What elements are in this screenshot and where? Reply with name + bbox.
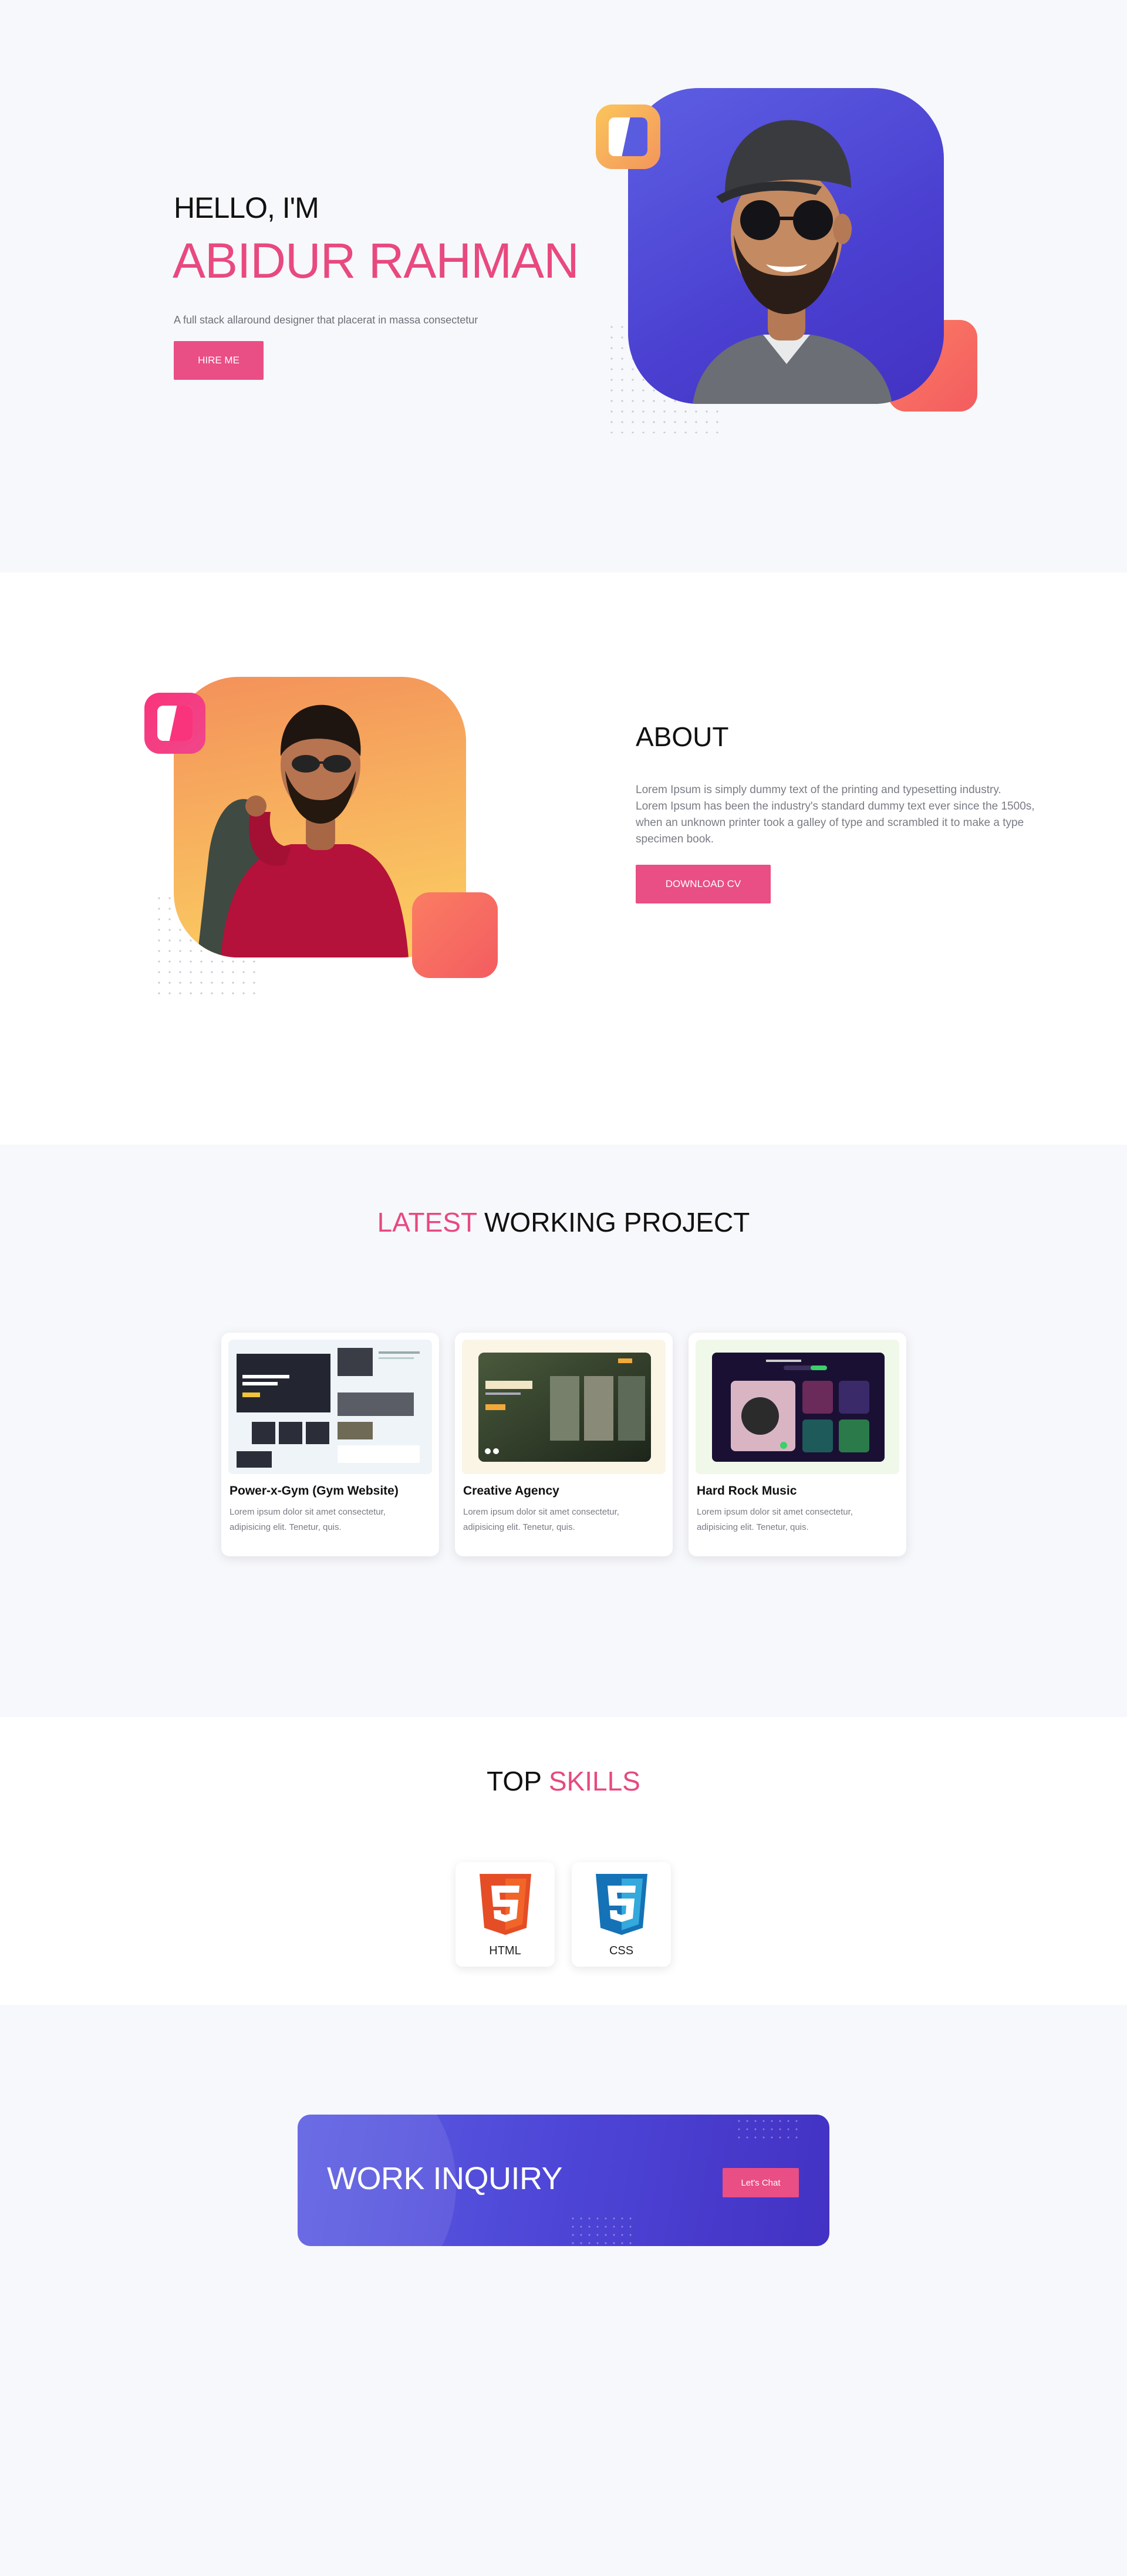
hero-description: A full stack allaround designer that pla…: [174, 314, 478, 326]
inquiry-title: WORK INQUIRY: [327, 2161, 563, 2196]
project-card[interactable]: Power-x-Gym (Gym Website) Lorem ipsum do…: [221, 1333, 439, 1556]
skills-section: TOP SKILLS HTML CSS: [0, 1717, 1127, 2005]
download-cv-button[interactable]: DOWNLOAD CV: [636, 865, 771, 903]
html5-icon: [480, 1874, 531, 1935]
skill-card-html: HTML: [455, 1862, 555, 1967]
project-title: Power-x-Gym (Gym Website): [230, 1484, 399, 1498]
about-section: ABOUT Lorem Ipsum is simply dummy text o…: [0, 572, 1127, 1145]
dot-pattern: [569, 2214, 633, 2246]
project-thumbnail[interactable]: [228, 1340, 432, 1474]
skill-label: HTML: [489, 1944, 521, 1957]
decorative-square: [412, 892, 498, 978]
hire-me-button[interactable]: HIRE ME: [174, 341, 264, 380]
dot-pattern: [735, 2117, 799, 2140]
about-text: Lorem Ipsum is simply dummy text of the …: [636, 784, 1035, 845]
project-description: Lorem ipsum dolor sit amet consectetur, …: [463, 1507, 619, 1532]
skill-card-css: CSS: [572, 1862, 671, 1967]
about-title: ABOUT: [636, 721, 729, 752]
hero-portrait: [628, 88, 944, 404]
skills-title: TOP SKILLS: [0, 1765, 1127, 1797]
projects-section: LATEST WORKING PROJECT Power-x-Gym (Gym …: [0, 1145, 1127, 1717]
project-thumbnail[interactable]: [696, 1340, 899, 1474]
project-title: Hard Rock Music: [697, 1484, 797, 1498]
skills-title-plain: TOP: [487, 1766, 549, 1796]
css3-icon: [596, 1874, 647, 1935]
inquiry-section: WORK INQUIRY Let's Chat: [0, 2005, 1127, 2576]
projects-title-rest: WORKING PROJECT: [477, 1207, 750, 1238]
hero-name: ABIDUR RAHMAN: [173, 233, 579, 288]
person-illustration: [693, 120, 892, 404]
project-card[interactable]: Hard Rock Music Lorem ipsum dolor sit am…: [689, 1333, 906, 1556]
lets-chat-button[interactable]: Let's Chat: [723, 2168, 799, 2197]
hero-section: HELLO, I'M ABIDUR RAHMAN A full stack al…: [0, 0, 1127, 572]
project-card[interactable]: Creative Agency Lorem ipsum dolor sit am…: [455, 1333, 673, 1556]
project-description: Lorem ipsum dolor sit amet consectetur, …: [230, 1507, 386, 1532]
project-title: Creative Agency: [463, 1484, 559, 1498]
inquiry-banner: WORK INQUIRY Let's Chat: [298, 2115, 829, 2246]
skill-label: CSS: [609, 1944, 634, 1957]
hero-greeting: HELLO, I'M: [174, 191, 319, 224]
decorative-square: [144, 693, 205, 754]
project-thumbnail[interactable]: [462, 1340, 666, 1474]
project-description: Lorem ipsum dolor sit amet consectetur, …: [697, 1507, 853, 1532]
decorative-square: [596, 104, 660, 169]
projects-title-highlight: LATEST: [377, 1207, 477, 1238]
skills-title-highlight: SKILLS: [548, 1766, 640, 1796]
projects-title: LATEST WORKING PROJECT: [0, 1206, 1127, 1238]
